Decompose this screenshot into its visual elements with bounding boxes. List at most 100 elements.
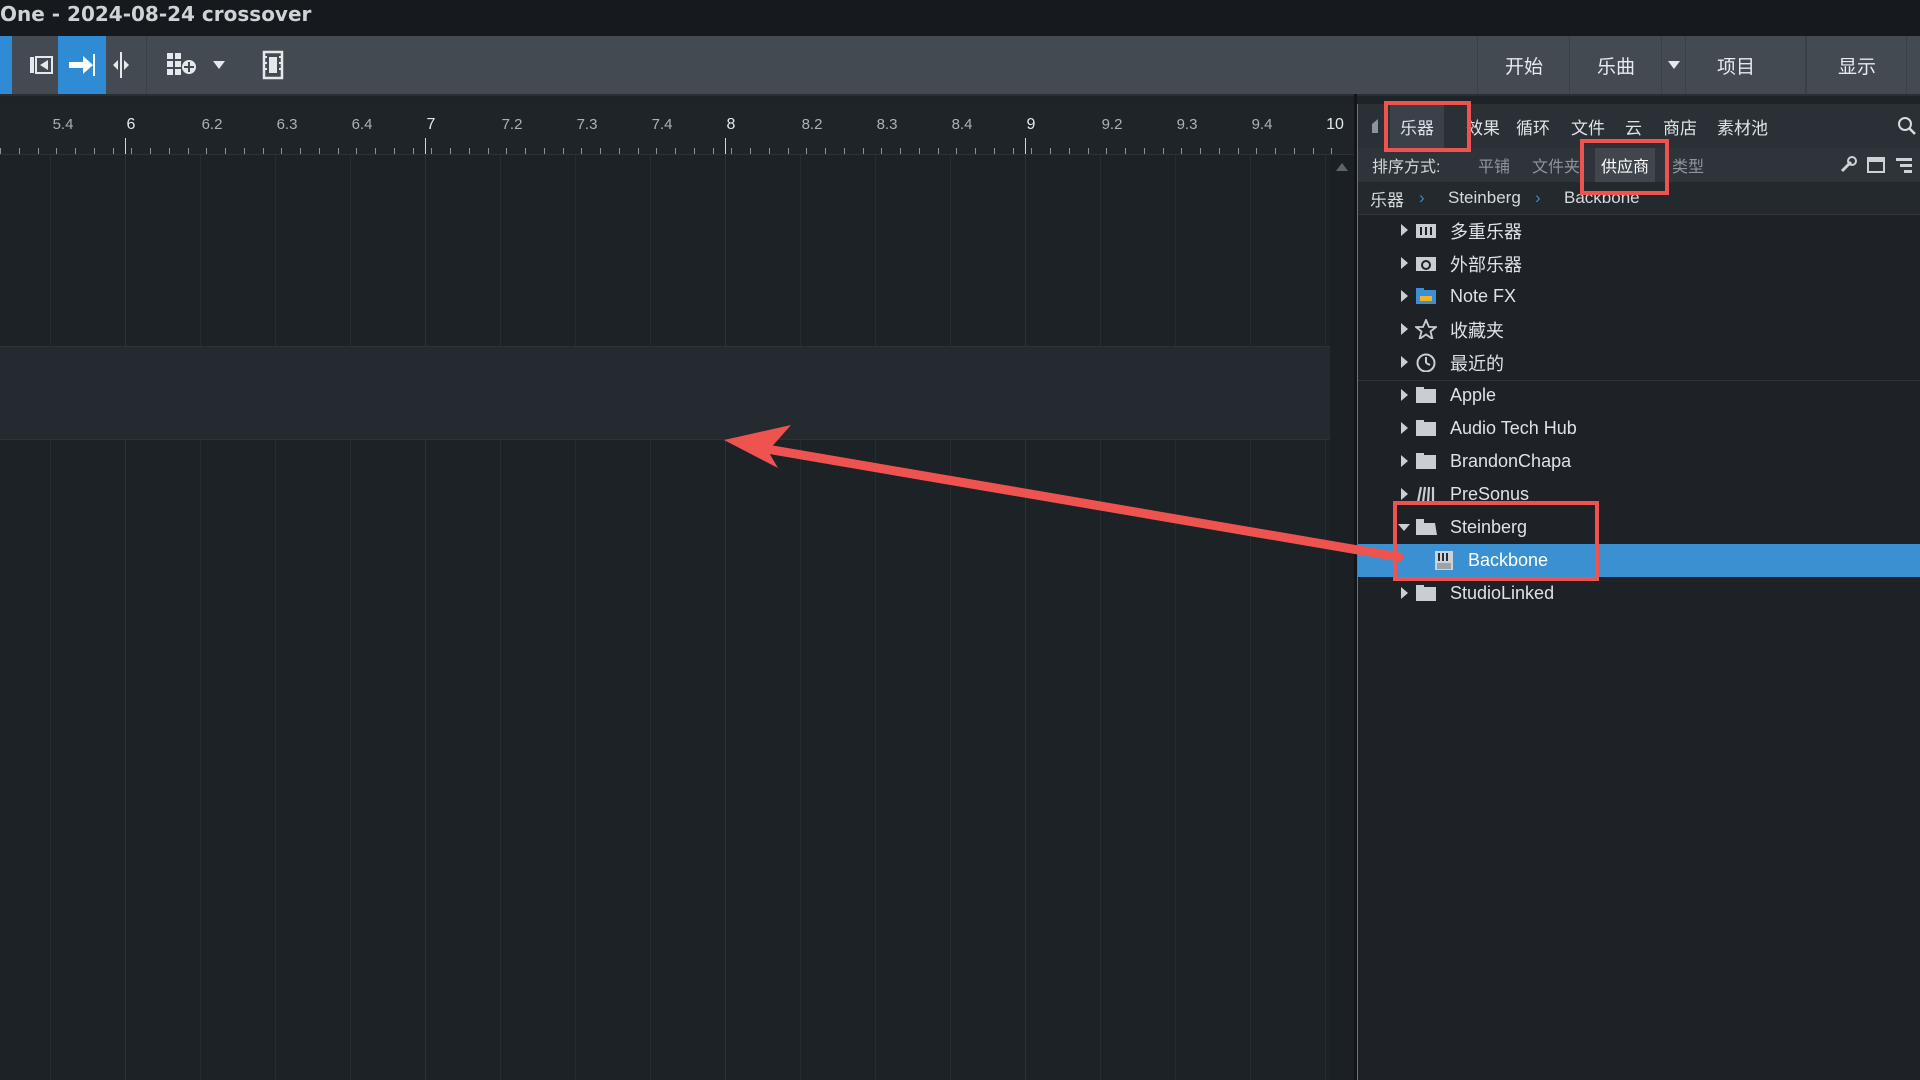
tree-row-label: 多重乐器: [1450, 221, 1522, 242]
project-page-button[interactable]: 项目: [1685, 36, 1786, 94]
ruler-tick: [656, 148, 658, 154]
sort-by-label: 排序方式:: [1372, 159, 1441, 176]
breadcrumb-chevron-icon: ›: [1419, 188, 1425, 207]
expand-arrow-icon[interactable]: [1401, 257, 1408, 269]
expand-arrow-icon[interactable]: [1401, 224, 1408, 236]
expand-arrow-icon[interactable]: [1401, 389, 1408, 401]
ruler-tick: [1181, 148, 1183, 154]
note-fx-folder-icon: [1416, 288, 1436, 304]
grid-snap-button[interactable]: [160, 36, 204, 94]
ruler-tick: [468, 148, 470, 154]
ruler-tick: [543, 148, 545, 154]
ruler-tick: [637, 148, 639, 154]
expand-arrow-icon[interactable]: [1401, 455, 1408, 467]
annotation-box-instruments-tab: [1384, 101, 1471, 152]
tree-row-label: BrandonChapa: [1450, 451, 1572, 471]
sort-type[interactable]: 类型: [1672, 148, 1704, 182]
ruler-tick: [825, 148, 826, 154]
track-lane[interactable]: [0, 346, 1330, 440]
expand-arrow-icon[interactable]: [1401, 422, 1408, 434]
ruler-label: 6.4: [351, 116, 373, 133]
ruler-label: 6.2: [201, 116, 223, 133]
grid-dropdown-button[interactable]: [206, 36, 232, 94]
track-area[interactable]: [0, 155, 1330, 1080]
browser-panel: 乐器 效果 循环 文件 云 商店 素材池 排序方式: 平铺 文件夹 供应商 类型…: [1357, 104, 1920, 1080]
ruler-label: 6: [126, 116, 136, 133]
ruler-label: 8.4: [951, 116, 973, 133]
tree-row-apple[interactable]: Apple: [1358, 379, 1920, 412]
ruler-tick: [618, 148, 620, 154]
ruler-tick: [187, 148, 189, 154]
toolbar-divider: [146, 36, 147, 94]
expand-arrow-icon[interactable]: [1401, 323, 1408, 335]
start-page-button[interactable]: 开始: [1477, 36, 1570, 94]
search-icon[interactable]: [1896, 115, 1918, 137]
ruler-tick: [918, 148, 920, 154]
ruler-bar-tick: [1025, 138, 1026, 154]
expand-arrow-icon[interactable]: [1401, 356, 1408, 368]
song-dropdown-button[interactable]: [1661, 36, 1686, 94]
tab-loops[interactable]: 循环: [1516, 104, 1550, 148]
show-button[interactable]: 显示: [1806, 36, 1907, 94]
song-page-button[interactable]: 乐曲: [1569, 36, 1662, 94]
ruler-label: 5.4: [52, 116, 74, 133]
tree-row-note-fx[interactable]: Note FX: [1358, 280, 1920, 313]
loop-tool-icon: [30, 56, 53, 74]
ruler-tick: [412, 148, 414, 154]
vertical-scrollbar[interactable]: [1330, 155, 1354, 1080]
ruler-tick: [281, 148, 283, 154]
tree-row-audio-tech-hub[interactable]: Audio Tech Hub: [1358, 412, 1920, 445]
tool-left-edge-button[interactable]: [0, 36, 12, 94]
grid-line: [875, 155, 876, 1080]
view-mode-icon[interactable]: [1866, 155, 1886, 175]
breadcrumb-steinberg[interactable]: Steinberg: [1448, 182, 1521, 214]
folder-icon: [1416, 453, 1436, 469]
ruler-label: 6.3: [276, 116, 298, 133]
tree-row-studiolinked[interactable]: StudioLinked: [1358, 577, 1920, 610]
ruler-tick: [1312, 148, 1314, 154]
ruler-tick: [225, 148, 226, 154]
multi-instrument-icon: [1416, 224, 1436, 238]
grid-line: [50, 155, 51, 1080]
ruler-label: 8.2: [801, 116, 823, 133]
ruler-tick: [600, 148, 601, 154]
ruler-tick: [1106, 148, 1108, 154]
ruler-tick: [300, 148, 301, 154]
expand-arrow-icon[interactable]: [1401, 488, 1408, 500]
video-button[interactable]: [252, 36, 294, 94]
wrench-icon[interactable]: [1838, 155, 1858, 175]
tab-pool[interactable]: 素材池: [1717, 104, 1768, 148]
tree-row-label: 外部乐器: [1450, 254, 1522, 275]
ruler-tick: [1256, 148, 1258, 154]
tab-effects[interactable]: 效果: [1466, 104, 1500, 148]
timeline-ruler[interactable]: 5.4 6 6.2 6.3 6.4 7 7.2 7.3 7.4 8 8.2 8.3 8.4 9 9.2 9.3…: [0, 104, 1354, 155]
breadcrumb-instruments[interactable]: 乐器: [1370, 182, 1404, 214]
ruler-tick: [262, 148, 264, 154]
list-options-icon[interactable]: [1894, 155, 1914, 175]
insert-tool-button[interactable]: [58, 36, 106, 94]
tree-row-[interactable]: 外部乐器: [1358, 247, 1920, 280]
tree-row-brandonchapa[interactable]: BrandonChapa: [1358, 445, 1920, 478]
ruler-tick: [450, 148, 451, 154]
sort-flat[interactable]: 平铺: [1478, 148, 1510, 182]
tree-row-[interactable]: 多重乐器: [1358, 214, 1920, 247]
ruler-tick: [956, 148, 958, 154]
ruler-tick: [1237, 148, 1239, 154]
ruler-tick: [131, 148, 133, 154]
sort-folder[interactable]: 文件夹: [1532, 148, 1580, 182]
ruler-tick: [937, 148, 939, 154]
ruler-label: 7.4: [651, 116, 673, 133]
tree-row-[interactable]: 最近的: [1358, 346, 1920, 379]
grid-line: [950, 155, 951, 1080]
tree-row-[interactable]: 收藏夹: [1358, 313, 1920, 346]
chevron-down-icon: [1668, 61, 1680, 69]
ruler-tick: [993, 148, 995, 154]
external-instrument-icon: [1416, 257, 1436, 271]
grid-line: [1250, 155, 1251, 1080]
split-tool-button[interactable]: [106, 36, 136, 94]
expand-arrow-icon[interactable]: [1401, 290, 1408, 302]
tree-row-label: Apple: [1450, 385, 1497, 405]
expand-arrow-icon[interactable]: [1401, 587, 1408, 599]
grid-line: [500, 155, 501, 1080]
grid-line: [725, 155, 726, 1080]
